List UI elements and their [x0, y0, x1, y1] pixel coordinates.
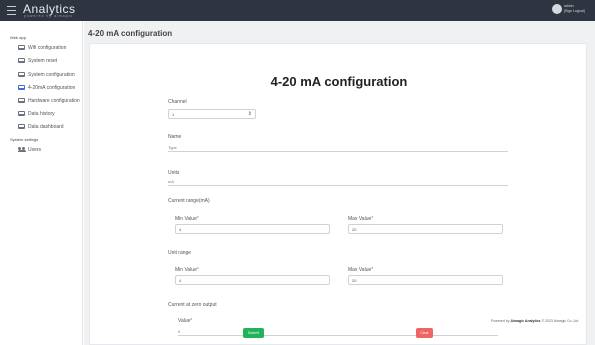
value-label-text: Value	[178, 318, 191, 324]
sidebar-item-system-configuration[interactable]: System configuration	[18, 71, 81, 79]
chevron-updown-icon: ⇕	[247, 111, 252, 117]
monitor-icon	[18, 45, 25, 50]
sidebar-item-label: Wifi configuration	[28, 45, 67, 51]
avatar[interactable]	[552, 4, 562, 14]
zero-output-label: Current at zero output	[168, 302, 217, 308]
monitor-icon	[18, 124, 25, 129]
min-value-label-text: Min Value	[175, 267, 197, 273]
name-label: Name	[168, 134, 182, 140]
form-title: 4-20 mA configuration	[270, 74, 408, 89]
main-content: 4-20 mA configuration 4-20 mA configurat…	[84, 21, 595, 345]
current-min-label: Min Value*	[175, 216, 199, 222]
channel-label: Channel	[168, 99, 187, 105]
user-menu[interactable]: admin [Sign Logout]	[564, 4, 585, 14]
top-bar: Analytics powered by almagic admin [Sign…	[0, 0, 595, 21]
monitor-icon	[18, 111, 25, 116]
units-input[interactable]: mA	[168, 177, 508, 186]
required-mark: *	[371, 267, 374, 273]
sidebar-item-system-reset[interactable]: System reset	[18, 57, 81, 65]
max-value-label-text: Max Value	[348, 216, 372, 222]
units-label: Units	[168, 170, 180, 176]
sidebar-item-label: Data history	[28, 111, 55, 117]
unit-max-input[interactable]: 20	[348, 275, 503, 285]
submit-button[interactable]: Submit	[243, 328, 264, 338]
required-mark: *	[371, 216, 374, 222]
sidebar-item-hardware-configuration[interactable]: Hardware configuration	[18, 97, 81, 105]
sidebar-item-wifi-configuration[interactable]: Wifi configuration	[18, 44, 81, 52]
required-mark: *	[190, 318, 193, 324]
sidebar-item-label: System reset	[28, 58, 58, 64]
monitor-icon	[18, 72, 25, 77]
footer-credit: Powered by Almagic Analytics © 2023 Alma…	[491, 319, 578, 323]
logout-link[interactable]: [Sign Logout]	[564, 9, 585, 14]
channel-value: 1	[172, 112, 175, 117]
sidebar-section-system-settings: System settings	[10, 137, 39, 142]
unit-range-label: Unit range	[168, 250, 192, 256]
current-min-input[interactable]: 4	[175, 224, 330, 234]
footer-powered-by: Powered by	[491, 319, 510, 323]
max-value-label-text: Max Value	[348, 267, 372, 273]
users-icon	[18, 147, 26, 152]
required-mark: *	[196, 216, 199, 222]
sidebar-item-label: Hardware configuration	[28, 98, 80, 104]
unit-max-label: Max Value*	[348, 267, 373, 273]
sidebar: Web app Wifi configuration System reset …	[0, 21, 83, 345]
menu-icon[interactable]	[7, 6, 16, 15]
clear-button[interactable]: Clear	[416, 328, 433, 338]
channel-select[interactable]: 1 ⇕	[168, 109, 256, 119]
sidebar-item-label: System configuration	[28, 72, 75, 78]
monitor-icon	[18, 98, 25, 103]
unit-min-label: Min Value*	[175, 267, 199, 273]
sidebar-item-label: Data dashboard	[28, 124, 64, 130]
required-mark: *	[196, 267, 199, 273]
current-range-label: Current range(mA)	[168, 198, 210, 204]
sidebar-section-webapp: Web app	[10, 35, 26, 40]
sidebar-item-data-history[interactable]: Data history	[18, 110, 81, 118]
brand-subtitle: powered by almagic	[24, 14, 74, 18]
page-title: 4-20 mA configuration	[88, 29, 173, 38]
min-value-label-text: Min Value	[175, 216, 197, 222]
unit-min-input[interactable]: 4	[175, 275, 330, 285]
zero-value-input[interactable]: 0	[178, 327, 498, 336]
footer-company[interactable]: Almagic Analytics	[510, 319, 540, 323]
monitor-icon	[18, 58, 25, 63]
form-card: 4-20 mA configuration Channel 1 ⇕ Name T…	[89, 43, 587, 345]
sidebar-item-label: Users	[28, 147, 42, 153]
sidebar-item-4-20ma-configuration[interactable]: 4-20mA configuration	[18, 84, 81, 92]
zero-value-label: Value*	[178, 318, 192, 324]
sidebar-item-label: 4-20mA configuration	[28, 85, 76, 91]
footer-copyright: © 2023 Almagic Co.,Ltd	[541, 319, 579, 323]
current-max-input[interactable]: 20	[348, 224, 503, 234]
sidebar-item-users[interactable]: Users	[18, 146, 81, 154]
current-max-label: Max Value*	[348, 216, 373, 222]
sidebar-item-data-dashboard[interactable]: Data dashboard	[18, 123, 81, 131]
monitor-icon	[18, 85, 25, 90]
name-input[interactable]: Type	[168, 143, 508, 152]
